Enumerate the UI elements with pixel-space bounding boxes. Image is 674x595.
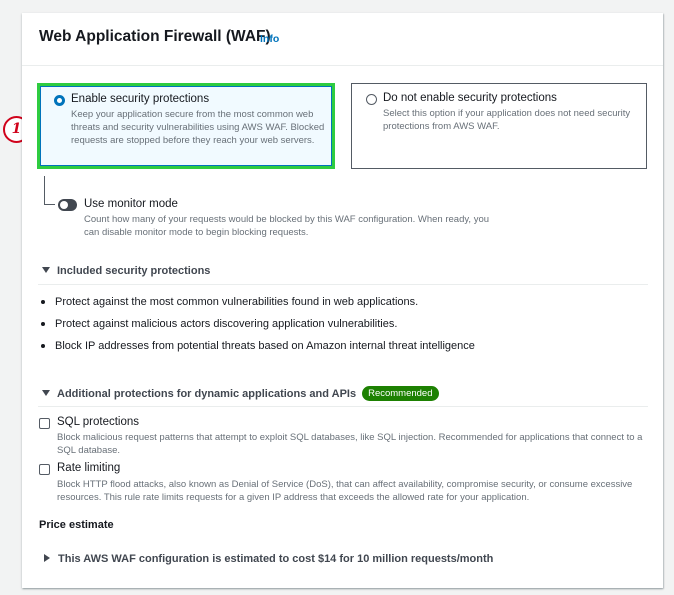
panel-header: Web Application Firewall (WAF) Info [22, 13, 663, 66]
divider [38, 406, 648, 407]
monitor-mode-toggle[interactable] [58, 199, 77, 211]
disable-protections-tile[interactable]: Do not enable security protections Selec… [351, 83, 647, 169]
toggle-knob [60, 201, 68, 209]
info-link[interactable]: Info [260, 33, 279, 45]
disable-protections-description: Select this option if your application d… [383, 108, 631, 132]
tree-connector-line [44, 176, 55, 205]
monitor-mode-label: Use monitor mode [84, 198, 178, 210]
list-item: Protect against malicious actors discove… [38, 316, 475, 338]
panel-title: Web Application Firewall (WAF) [39, 28, 271, 45]
enable-protections-tile[interactable]: Enable security protections Keep your ap… [37, 83, 335, 169]
included-protections-heading: Included security protections [57, 265, 211, 277]
sql-protections-description: Block malicious request patterns that at… [57, 432, 643, 456]
divider [38, 284, 648, 285]
list-item: Protect against the most common vulnerab… [38, 294, 475, 316]
rate-limiting-checkbox[interactable] [39, 464, 50, 475]
disable-protections-title: Do not enable security protections [383, 92, 557, 104]
list-item: Block IP addresses from potential threat… [38, 338, 475, 360]
enable-protections-description: Keep your application secure from the mo… [71, 109, 325, 146]
sql-protections-label: SQL protections [57, 416, 140, 428]
recommended-badge: Recommended [362, 386, 439, 401]
rate-limiting-label: Rate limiting [57, 462, 121, 474]
monitor-mode-description: Count how many of your requests would be… [84, 214, 490, 238]
price-estimate-heading: Price estimate [39, 519, 114, 531]
included-protections-list: Protect against the most common vulnerab… [38, 294, 475, 360]
sql-protections-checkbox[interactable] [39, 418, 50, 429]
additional-protections-heading: Additional protections for dynamic appli… [57, 388, 357, 400]
price-estimate-summary: This AWS WAF configuration is estimated … [58, 553, 494, 565]
rate-limiting-description: Block HTTP flood attacks, also known as … [57, 479, 633, 503]
caret-down-icon [42, 267, 50, 273]
page: 1 Web Application Firewall (WAF) Info En… [0, 0, 674, 595]
caret-right-icon [44, 554, 50, 562]
caret-down-icon [42, 390, 50, 396]
radio-unselected-icon[interactable] [366, 94, 377, 105]
radio-selected-icon[interactable] [54, 95, 65, 106]
enable-protections-title: Enable security protections [71, 93, 210, 105]
additional-protections-expander[interactable]: Additional protections for dynamic appli… [42, 386, 439, 401]
included-protections-expander[interactable]: Included security protections [42, 265, 210, 277]
price-estimate-expander[interactable]: This AWS WAF configuration is estimated … [42, 553, 493, 565]
